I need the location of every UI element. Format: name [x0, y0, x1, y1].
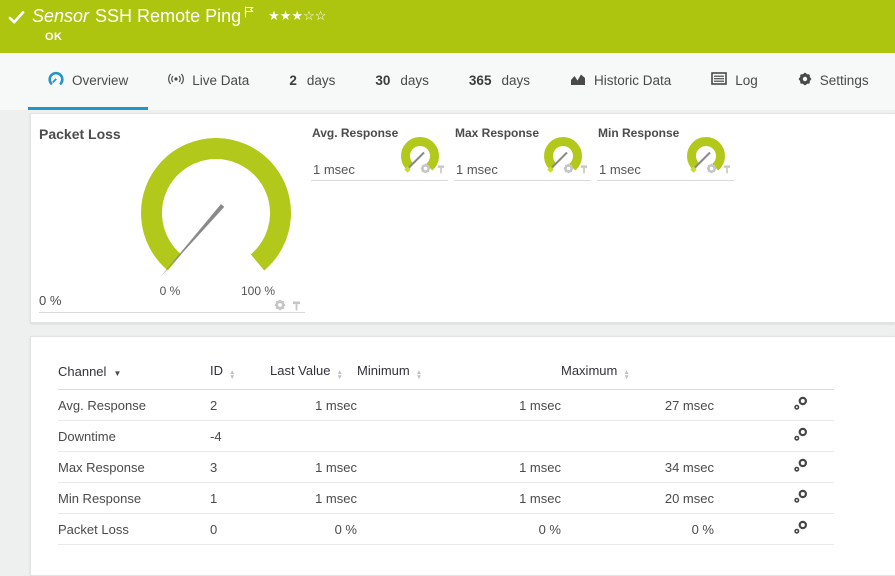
- channel-id: 1: [210, 482, 270, 514]
- widget-gear-icon[interactable]: [706, 161, 717, 179]
- sort-icon: ▲ ▼: [229, 369, 236, 381]
- live-data-icon: [168, 72, 185, 89]
- widget-pin-icon[interactable]: [292, 298, 301, 316]
- channel-minimum: 1 msec: [357, 389, 561, 421]
- small-gauge-title: Max Response: [455, 126, 540, 140]
- channel-last-value: 1 msec: [270, 482, 357, 514]
- col-header-minimum[interactable]: Minimum ▲ ▼: [357, 363, 561, 390]
- flag-icon[interactable]: [244, 5, 254, 23]
- status-check-icon: [8, 10, 25, 30]
- sensor-title: SSH Remote Ping: [95, 6, 242, 26]
- avg-response-widget: Avg. Response 1 msec: [311, 121, 448, 181]
- sensor-tab-bar: Overview Live Data 2 days 30 days 365 days …: [0, 53, 895, 110]
- table-row: Downtime -4: [58, 420, 834, 452]
- gauges-panel: Packet Loss 0 % 100 % 0 % Avg. Response …: [30, 113, 895, 323]
- tab-live-data[interactable]: Live Data: [148, 53, 269, 110]
- channel-settings-icon[interactable]: [793, 396, 808, 414]
- channel-name[interactable]: Packet Loss: [58, 513, 210, 545]
- min-response-widget: Min Response 1 msec: [597, 121, 734, 181]
- small-gauge-title: Min Response: [598, 126, 680, 140]
- tab-30-days[interactable]: 30 days: [355, 53, 449, 110]
- sort-icon: ▲ ▼: [415, 369, 423, 381]
- table-row: Min Response 1 1 msec 1 msec 20 msec: [58, 482, 834, 514]
- tab-365-days[interactable]: 365 days: [449, 53, 550, 110]
- sensor-status-banner: Sensor SSH Remote Ping ★★★☆☆ OK: [0, 0, 895, 53]
- sort-icon: ▲ ▼: [623, 369, 630, 381]
- channel-last-value: [270, 420, 357, 452]
- sort-desc-icon: ▼: [113, 369, 122, 378]
- channel-id: 3: [210, 451, 270, 483]
- sensor-type-label: Sensor: [32, 6, 90, 26]
- channel-minimum: [357, 420, 561, 452]
- channel-settings-icon[interactable]: [793, 427, 808, 445]
- historic-chart-icon: [570, 72, 586, 89]
- channel-maximum: 34 msec: [561, 451, 714, 483]
- packet-loss-current-value: 0 %: [39, 293, 62, 308]
- channel-name[interactable]: Min Response: [58, 482, 210, 514]
- channel-table: Channel ▼ ID ▲ ▼ Last Value ▲ ▼ Minimum ▲ ▼ Max…: [58, 363, 834, 545]
- channel-name[interactable]: Downtime: [58, 420, 210, 452]
- col-header-maximum[interactable]: Maximum ▲ ▼: [561, 363, 714, 390]
- col-header-channel[interactable]: Channel ▼: [58, 363, 210, 390]
- widget-gear-icon[interactable]: [274, 298, 286, 316]
- status-badge: OK: [45, 31, 63, 43]
- channel-id: -4: [210, 420, 270, 452]
- widget-pin-icon[interactable]: [723, 161, 731, 179]
- channel-last-value: 1 msec: [270, 389, 357, 421]
- channel-maximum: [561, 420, 714, 452]
- channel-minimum: 0 %: [357, 513, 561, 545]
- main-gauge-title: Packet Loss: [39, 126, 121, 142]
- gauge-scale-min: 0 %: [159, 284, 181, 298]
- sort-icon: ▲ ▼: [336, 369, 343, 381]
- channel-maximum: 0 %: [561, 513, 714, 545]
- tab-log[interactable]: Log: [691, 53, 778, 110]
- table-row: Max Response 3 1 msec 1 msec 34 msec: [58, 451, 834, 483]
- channel-last-value: 0 %: [270, 513, 357, 545]
- widget-pin-icon[interactable]: [580, 161, 588, 179]
- col-header-id[interactable]: ID ▲ ▼: [210, 363, 270, 390]
- table-header-row: Channel ▼ ID ▲ ▼ Last Value ▲ ▼ Minimum ▲ ▼ Max…: [58, 363, 834, 390]
- gauge-scale-max: 100 %: [240, 284, 276, 298]
- channel-name[interactable]: Max Response: [58, 451, 210, 483]
- gauge-icon: [48, 71, 64, 89]
- channel-maximum: 20 msec: [561, 482, 714, 514]
- packet-loss-gauge: [141, 138, 291, 278]
- small-gauge-title: Avg. Response: [312, 126, 399, 140]
- channels-panel: Channel ▼ ID ▲ ▼ Last Value ▲ ▼ Minimum ▲ ▼ Max…: [30, 336, 895, 576]
- widget-gear-icon[interactable]: [420, 161, 431, 179]
- channel-settings-icon[interactable]: [793, 489, 808, 507]
- channel-minimum: 1 msec: [357, 482, 561, 514]
- channel-id: 2: [210, 389, 270, 421]
- widget-gear-icon[interactable]: [563, 161, 574, 179]
- table-row: Avg. Response 2 1 msec 1 msec 27 msec: [58, 389, 834, 421]
- max-response-widget: Max Response 1 msec: [454, 121, 591, 181]
- small-gauge-value: 1 msec: [599, 162, 641, 177]
- tab-settings[interactable]: Settings: [778, 53, 889, 110]
- widget-pin-icon[interactable]: [437, 161, 445, 179]
- tab-historic-data[interactable]: Historic Data: [550, 53, 691, 110]
- gear-icon: [798, 72, 812, 89]
- table-row: Packet Loss 0 0 % 0 % 0 %: [58, 513, 834, 545]
- priority-stars[interactable]: ★★★☆☆: [268, 8, 326, 24]
- channel-last-value: 1 msec: [270, 451, 357, 483]
- channel-minimum: 1 msec: [357, 451, 561, 483]
- small-gauge-value: 1 msec: [456, 162, 498, 177]
- col-header-last-value[interactable]: Last Value ▲ ▼: [270, 363, 357, 390]
- log-list-icon: [711, 72, 728, 88]
- channel-settings-icon[interactable]: [793, 520, 808, 538]
- channel-id: 0: [210, 513, 270, 545]
- small-gauge-value: 1 msec: [313, 162, 355, 177]
- channel-maximum: 27 msec: [561, 389, 714, 421]
- channel-name[interactable]: Avg. Response: [58, 389, 210, 421]
- tab-2-days[interactable]: 2 days: [269, 53, 355, 110]
- channel-settings-icon[interactable]: [793, 458, 808, 476]
- tab-overview[interactable]: Overview: [28, 53, 149, 110]
